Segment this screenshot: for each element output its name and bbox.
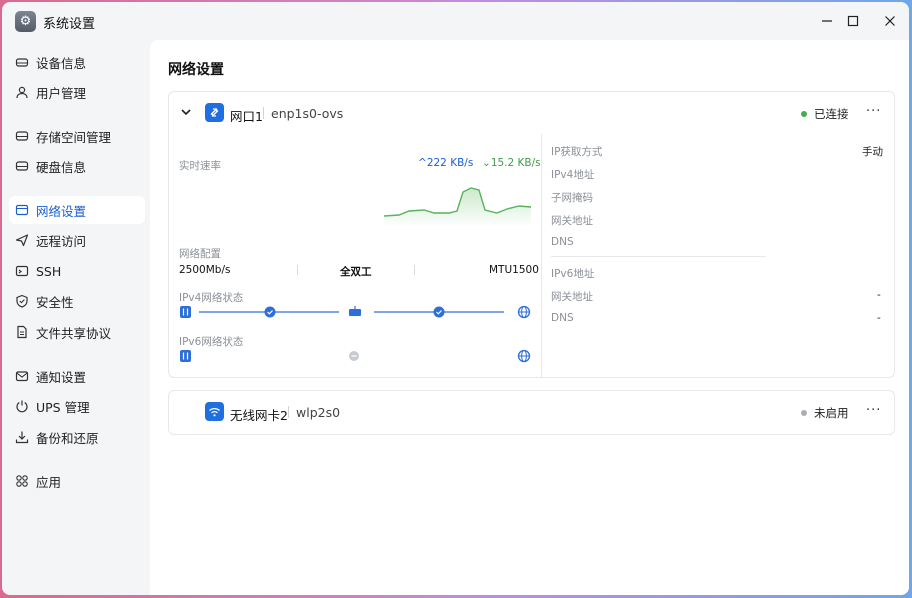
ipv6-dns-label: DNS	[551, 312, 574, 324]
chevron-down-icon[interactable]	[180, 106, 192, 118]
disk-icon	[15, 159, 29, 173]
interface-stats: 实时速率 ^222 KB/s ⌄15.2 KB/s 网络配置 2500Mb/s …	[169, 134, 541, 377]
ipv4-status-path	[180, 305, 531, 319]
interface-card-eth: 网口1 enp1s0-ovs 已连接 ··· 实时速率 ^222 KB/s ⌄1…	[168, 91, 895, 378]
interface-name: 网口1	[230, 109, 263, 124]
ipv6-gateway-value: -	[877, 289, 881, 301]
more-icon[interactable]: ···	[866, 403, 881, 418]
nas-icon	[180, 306, 191, 318]
ipv6-status-label: IPv6网络状态	[179, 336, 244, 348]
ethernet-icon	[205, 103, 224, 122]
interface-card-wifi: 无线网卡2 wlp2s0 未启用 ···	[168, 390, 895, 435]
upload-speed: ^222 KB/s	[418, 157, 474, 169]
sidebar-item-remote-access[interactable]: 远程访问	[9, 226, 145, 254]
sidebar-item-notifications[interactable]: 通知设置	[9, 362, 145, 390]
interface-device: enp1s0-ovs	[271, 106, 344, 121]
apps-icon	[15, 474, 29, 488]
subnet-mask-label: 子网掩码	[551, 192, 593, 204]
status-dot	[801, 111, 807, 117]
divider	[263, 107, 264, 119]
window-title: 系统设置	[43, 17, 96, 32]
ipv6-gateway-label: 网关地址	[551, 291, 593, 303]
send-icon	[15, 233, 29, 247]
file-icon	[15, 325, 29, 339]
divider	[414, 265, 415, 275]
link-speed: 2500Mb/s	[179, 264, 231, 276]
sidebar: 设备信息 用户管理 存储空间管理 硬盘信息 网络设置 远程访问 SSH 安全性	[2, 40, 150, 595]
user-icon	[15, 85, 29, 99]
sidebar-item-device-info[interactable]: 设备信息	[9, 48, 145, 76]
speed-graph	[383, 187, 532, 227]
sidebar-item-file-sharing[interactable]: 文件共享协议	[9, 318, 145, 346]
ipv4-address-label: IPv4地址	[551, 169, 595, 181]
terminal-icon	[15, 264, 29, 278]
speed-label: 实时速率	[179, 160, 221, 172]
mail-icon	[15, 369, 29, 383]
minimize-icon	[822, 20, 832, 22]
more-icon[interactable]: ···	[866, 104, 881, 119]
mtu-value: MTU1500	[489, 264, 539, 276]
download-speed: ⌄15.2 KB/s	[482, 157, 541, 169]
gateway-label: 网关地址	[551, 215, 593, 227]
ipv6-dns-value: -	[877, 312, 881, 324]
interface-device: wlp2s0	[296, 405, 341, 420]
shield-icon	[15, 294, 29, 308]
ipv6-address-label: IPv6地址	[551, 268, 595, 280]
page-title: 网络设置	[168, 62, 224, 78]
divider	[551, 256, 766, 257]
power-icon	[15, 399, 29, 413]
check-icon	[433, 306, 445, 318]
sidebar-item-apps[interactable]: 应用	[9, 467, 145, 495]
sidebar-item-users[interactable]: 用户管理	[9, 78, 145, 106]
sidebar-item-ssh[interactable]: SSH	[9, 257, 145, 285]
ipv4-status-label: IPv4网络状态	[179, 292, 244, 304]
config-label: 网络配置	[179, 248, 221, 260]
status-badge: 已连接	[814, 107, 849, 121]
sidebar-item-network[interactable]: 网络设置	[9, 196, 145, 224]
ip-method-value: 手动	[862, 146, 883, 158]
gear-icon: ⚙	[15, 11, 36, 32]
dns-label: DNS	[551, 236, 574, 248]
download-icon	[15, 430, 29, 444]
sidebar-item-storage[interactable]: 存储空间管理	[9, 122, 145, 150]
divider	[541, 134, 542, 377]
sidebar-item-disk-info[interactable]: 硬盘信息	[9, 152, 145, 180]
network-icon	[15, 203, 29, 217]
maximize-button[interactable]	[836, 8, 870, 34]
settings-window: ⚙ 系统设置 设备信息 用户管理 存储空间管理 硬盘信息 网络设置 远程访问 S…	[2, 2, 909, 595]
status-dot	[801, 410, 807, 416]
close-icon	[885, 16, 895, 26]
sidebar-item-ups[interactable]: UPS 管理	[9, 392, 145, 420]
status-badge: 未启用	[814, 406, 849, 420]
sidebar-item-security[interactable]: 安全性	[9, 287, 145, 315]
storage-icon	[15, 129, 29, 143]
divider	[288, 406, 289, 418]
check-icon	[264, 306, 276, 318]
duplex-mode: 全双工	[340, 266, 372, 278]
divider	[297, 265, 298, 275]
drive-icon	[15, 55, 29, 69]
interface-header[interactable]: 无线网卡2 wlp2s0 未启用 ···	[169, 391, 894, 433]
ipv6-status-path	[180, 349, 531, 363]
ip-method-label: IP获取方式	[551, 146, 603, 158]
maximize-icon	[847, 15, 859, 27]
title-bar: ⚙ 系统设置	[2, 2, 909, 40]
nas-icon	[180, 350, 191, 362]
interface-name: 无线网卡2	[230, 408, 288, 423]
router-icon	[349, 309, 361, 316]
close-button[interactable]	[873, 8, 907, 34]
main-panel: 网络设置 网口1 enp1s0-ovs 已连接 ··· 实时速率 ^222 KB…	[150, 40, 909, 595]
wifi-icon	[205, 402, 224, 421]
sidebar-item-backup[interactable]: 备份和还原	[9, 423, 145, 451]
interface-header[interactable]: 网口1 enp1s0-ovs 已连接 ···	[169, 92, 894, 134]
